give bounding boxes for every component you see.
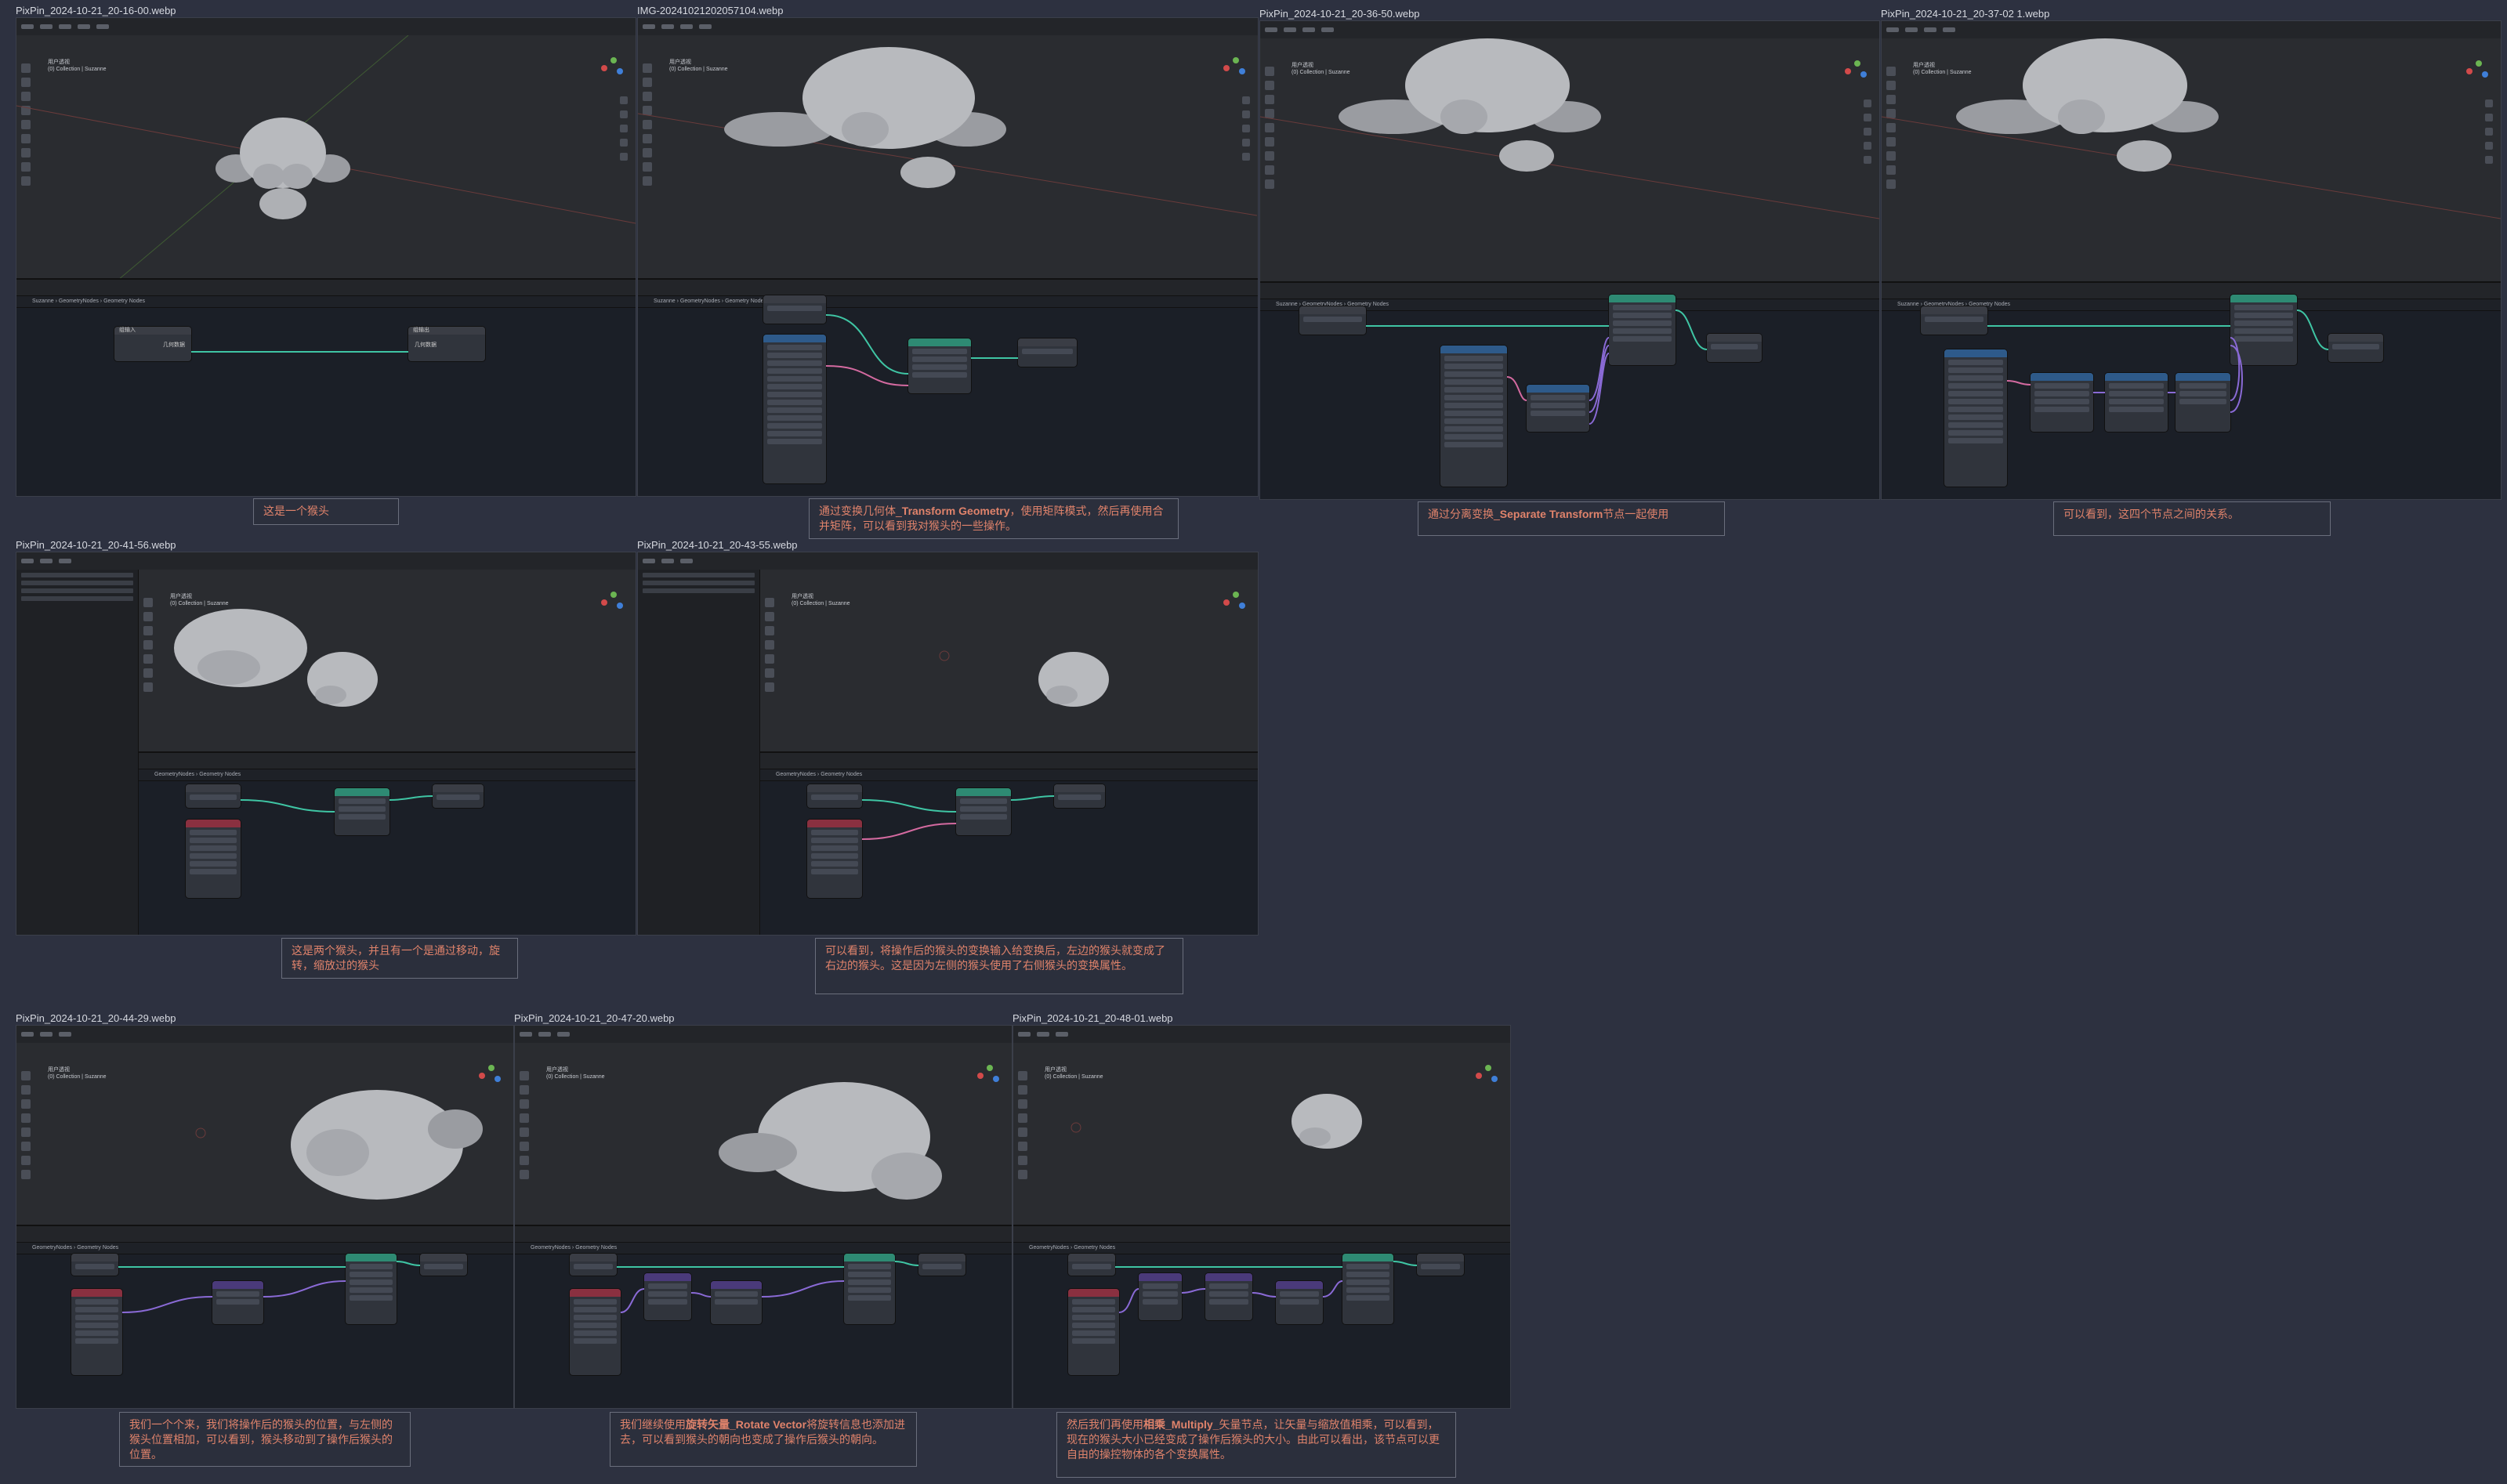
3d-viewport[interactable]: 用户透视 (0) Collection | Suzanne — [139, 570, 636, 754]
blender-window: 用户透视 (0) Collection | Suzanne Suzanne › G… — [637, 17, 1259, 497]
node-links — [118, 1261, 421, 1313]
node-editor[interactable]: Suzanne › GeometryNodes › Geometry Nodes… — [16, 278, 636, 496]
screenshot-title: PixPin_2024-10-21_20-36-50.webp — [1259, 8, 1420, 20]
3d-viewport[interactable]: 用户透视 (0) Collection | Suzanne — [1013, 1043, 1510, 1227]
screenshot-title: PixPin_2024-10-21_20-48-01.webp — [1013, 1012, 1173, 1024]
screenshot-6: PixPin_2024-10-21_20-43-55.webp 用户透视 (0) … — [637, 539, 1259, 936]
node-links — [825, 314, 1018, 386]
blender-window: 用户透视 (0) Collection | Suzanne GeometryNod… — [16, 1025, 514, 1409]
node-links — [861, 795, 1055, 840]
outliner-panel[interactable] — [16, 570, 139, 935]
blender-window: 用户透视 (0) Collection | Suzanne GeometryNod… — [16, 552, 636, 936]
viewport-scene — [638, 47, 1257, 216]
top-toolbar[interactable] — [1260, 21, 1879, 39]
screenshot-2: IMG-20241021202057104.webp 用户透视 (0) Colle… — [637, 5, 1259, 497]
blender-window: 用户透视 (0) Collection | Suzanne Suzanne › G… — [1881, 20, 2502, 500]
caption-7: 我们一个个来，我们将操作后的猴头的位置，与左侧的猴头位置相加，可以看到，猴头移动… — [119, 1412, 411, 1467]
screenshot-8: PixPin_2024-10-21_20-47-20.webp 用户透视 (0) … — [514, 1012, 1013, 1409]
caption-2: 通过变换几何体_Transform Geometry，使用矩阵模式，然后再使用合… — [809, 498, 1179, 539]
3d-viewport[interactable]: 用户透视 (0) Collection | Suzanne — [1882, 38, 2501, 283]
caption-1: 这是一个猴头 — [253, 498, 399, 525]
viewport-scene — [939, 650, 1109, 707]
screenshot-3: PixPin_2024-10-21_20-36-50.webp 用户透视 (0) … — [1259, 8, 1880, 500]
3d-viewport[interactable]: 用户透视 (0) Collection | Suzanne — [638, 35, 1258, 280]
viewport-scene — [1071, 1094, 1362, 1149]
monkey-head — [216, 118, 350, 219]
monkey-head-1 — [174, 609, 307, 687]
monkey-head — [1038, 652, 1109, 707]
node-links — [1987, 309, 2329, 413]
node-links — [240, 795, 433, 813]
3d-viewport[interactable]: 用户透视 (0) Collection | Suzanne — [16, 35, 636, 280]
viewport-scene — [195, 1090, 483, 1200]
screenshot-5: PixPin_2024-10-21_20-41-56.webp 用户透视 (0) … — [16, 539, 636, 936]
monkey-head — [719, 1082, 942, 1200]
node-editor[interactable]: Suzanne › GeometryNodes › Geometry Nodes — [1882, 281, 2501, 499]
blender-window: 用户透视 (0) Collection | Suzanne Suzanne › G… — [1259, 20, 1880, 500]
screenshot-9: PixPin_2024-10-21_20-48-01.webp 用户透视 (0) … — [1013, 1012, 1511, 1409]
3d-viewport[interactable]: 用户透视 (0) Collection | Suzanne — [16, 1043, 513, 1227]
monkey-head — [1292, 1094, 1362, 1149]
caption-6: 可以看到，将操作后的猴头的变换输入给变换后，左边的猴头就变成了右边的猴头。这是因… — [815, 938, 1183, 994]
node-editor[interactable]: GeometryNodes › Geometry Nodes — [515, 1225, 1012, 1408]
3d-viewport[interactable]: 用户透视 (0) Collection | Suzanne — [515, 1043, 1012, 1227]
caption-8: 我们继续使用旋转矢量_Rotate Vector将旋转信息也添加进去，可以看到猴… — [610, 1412, 917, 1467]
node-editor[interactable]: GeometryNodes › Geometry Nodes — [16, 1225, 513, 1408]
top-toolbar[interactable] — [638, 18, 1258, 36]
screenshot-7: PixPin_2024-10-21_20-44-29.webp 用户透视 (0) … — [16, 1012, 514, 1409]
3d-viewport[interactable]: 用户透视 (0) Collection | Suzanne — [1260, 38, 1879, 283]
blender-window: 用户透视 (0) Collection | Suzanne GeometryNod… — [637, 552, 1259, 936]
outliner-panel[interactable] — [638, 570, 760, 935]
screenshot-title: PixPin_2024-10-21_20-41-56.webp — [16, 539, 176, 551]
node-editor[interactable]: GeometryNodes › Geometry Nodes — [139, 751, 636, 935]
top-toolbar[interactable] — [16, 1026, 513, 1044]
screenshot-title: IMG-20241021202057104.webp — [637, 5, 784, 16]
viewport-scene — [174, 609, 378, 707]
viewport-scene — [719, 1082, 942, 1200]
screenshot-1: PixPin_2024-10-21_20-16-00.webp 用户透视 (0) … — [16, 5, 636, 497]
node-links — [617, 1261, 919, 1313]
top-toolbar[interactable] — [16, 18, 636, 36]
top-toolbar[interactable] — [638, 552, 1258, 570]
top-toolbar[interactable] — [1882, 21, 2501, 39]
top-toolbar[interactable] — [1013, 1026, 1510, 1044]
node-editor[interactable]: GeometryNodes › Geometry Nodes — [1013, 1225, 1510, 1408]
screenshot-4: PixPin_2024-10-21_20-37-02 1.webp 用户透视 (0… — [1881, 8, 2502, 500]
monkey-head — [291, 1090, 483, 1200]
blender-window: 用户透视 (0) Collection | Suzanne GeometryNod… — [514, 1025, 1013, 1409]
node-editor[interactable]: Suzanne › GeometryNodes › Geometry Nodes — [1260, 281, 1879, 499]
caption-5: 这是两个猴头，并且有一个是通过移动，旋转，缩放过的猴头 — [281, 938, 518, 979]
caption-9: 然后我们再使用相乘_Multiply_矢量节点，让矢量与缩放值相乘，可以看到，现… — [1056, 1412, 1456, 1478]
caption-4: 可以看到，这四个节点之间的关系。 — [2053, 501, 2331, 536]
screenshot-title: PixPin_2024-10-21_20-16-00.webp — [16, 5, 176, 16]
blender-window: 用户透视 (0) Collection | Suzanne GeometryNod… — [1013, 1025, 1511, 1409]
monkey-head-2 — [307, 652, 378, 707]
screenshot-title: PixPin_2024-10-21_20-47-20.webp — [514, 1012, 675, 1024]
node-links — [1115, 1261, 1418, 1313]
caption-3: 通过分离变换_Separate Transform节点一起使用 — [1418, 501, 1725, 536]
monkey-head — [1956, 38, 2219, 172]
node-links — [191, 351, 408, 353]
node-editor[interactable]: Suzanne › GeometryNodes › Geometry Nodes — [638, 278, 1258, 496]
viewport-scene — [16, 35, 636, 280]
viewport-scene — [1882, 38, 2501, 219]
top-toolbar[interactable] — [515, 1026, 1012, 1044]
top-toolbar[interactable] — [16, 552, 636, 570]
blender-window: 用户透视 (0) Collection | Suzanne Suzanne › G — [16, 17, 636, 497]
screenshot-title: PixPin_2024-10-21_20-43-55.webp — [637, 539, 798, 551]
node-editor[interactable]: GeometryNodes › Geometry Nodes — [760, 751, 1258, 935]
3d-viewport[interactable]: 用户透视 (0) Collection | Suzanne — [760, 570, 1258, 754]
viewport-scene — [1260, 38, 1879, 219]
screenshot-title: PixPin_2024-10-21_20-37-02 1.webp — [1881, 8, 2050, 20]
screenshot-title: PixPin_2024-10-21_20-44-29.webp — [16, 1012, 176, 1024]
node-links — [1366, 309, 1708, 425]
